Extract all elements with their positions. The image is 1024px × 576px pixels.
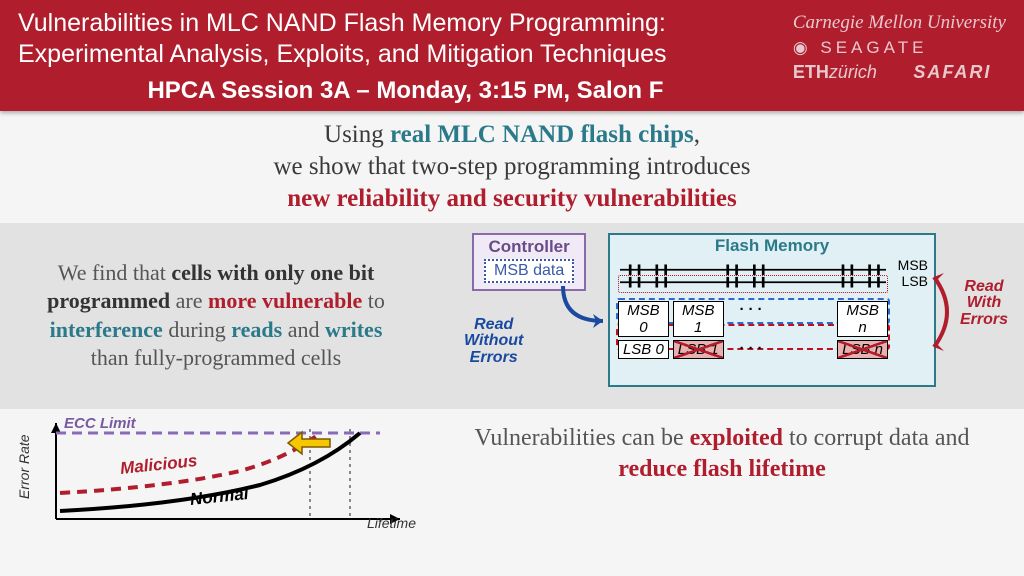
ellipsis: ···: [728, 301, 779, 337]
page-grid: MSB 0 MSB 1 ··· MSB n LSB 0 LSB 1 ··· LS…: [618, 301, 888, 359]
flash-title: Flash Memory: [610, 236, 934, 256]
cell-msb0: MSB 0: [618, 301, 669, 337]
x-axis-label: Lifetime: [367, 515, 416, 531]
header-text: Vulnerabilities in MLC NAND Flash Memory…: [18, 8, 793, 105]
cell-msbn: MSB n: [837, 301, 888, 337]
finding-text: We find that cells with only one bit pro…: [16, 259, 416, 372]
cell-lsbn-error: LSB n: [837, 340, 888, 359]
bit-line-labels: MSB LSB: [898, 257, 928, 289]
ellipsis: ···: [728, 340, 779, 359]
title-line1: Vulnerabilities in MLC NAND Flash Memory…: [18, 9, 666, 37]
mid-section: We find that cells with only one bit pro…: [0, 223, 1024, 409]
msb-data-box: MSB data: [484, 259, 574, 283]
ecc-limit-label: ECC Limit: [64, 415, 136, 432]
flash-memory-box: Flash Memory: [608, 233, 936, 387]
slide-header: Vulnerabilities in MLC NAND Flash Memory…: [0, 0, 1024, 111]
chart-svg: [20, 415, 420, 535]
exploit-text: Vulnerabilities can be exploited to corr…: [440, 415, 1004, 485]
eth-logo: ETHzürich: [793, 62, 892, 83]
safari-logo: SAFARI: [913, 62, 1006, 83]
session-info: HPCA Session 3A – Monday, 3:15 PM, Salon…: [18, 77, 793, 105]
cell-msb1: MSB 1: [673, 301, 724, 337]
read-without-errors-label: Read Without Errors: [464, 317, 523, 367]
controller-label: Controller: [484, 237, 574, 257]
bottom-section: ECC Limit Malicious Normal Error Rate Li…: [0, 409, 1024, 535]
seagate-logo: SEAGATE: [793, 38, 1006, 58]
affiliation-logos: Carnegie Mellon University SEAGATE ETHzü…: [793, 8, 1006, 83]
cmu-logo: Carnegie Mellon University: [793, 12, 1006, 34]
cell-lsb0: LSB 0: [618, 340, 669, 359]
slide-title: Vulnerabilities in MLC NAND Flash Memory…: [18, 8, 793, 71]
lsb-dotted-outline: [618, 275, 888, 293]
lifetime-chart: ECC Limit Malicious Normal Error Rate Li…: [20, 415, 420, 535]
read-with-errors-label: Read With Errors: [960, 279, 1008, 329]
arrow-red-icon: [926, 267, 964, 357]
flash-diagram: Controller MSB data Read Without Errors …: [428, 231, 1008, 401]
cell-lsb1-error: LSB 1: [673, 340, 724, 359]
y-axis-label: Error Rate: [16, 434, 32, 499]
intro-claim: Using real MLC NAND flash chips, we show…: [0, 111, 1024, 223]
title-line2: Experimental Analysis, Exploits, and Mit…: [18, 40, 667, 68]
